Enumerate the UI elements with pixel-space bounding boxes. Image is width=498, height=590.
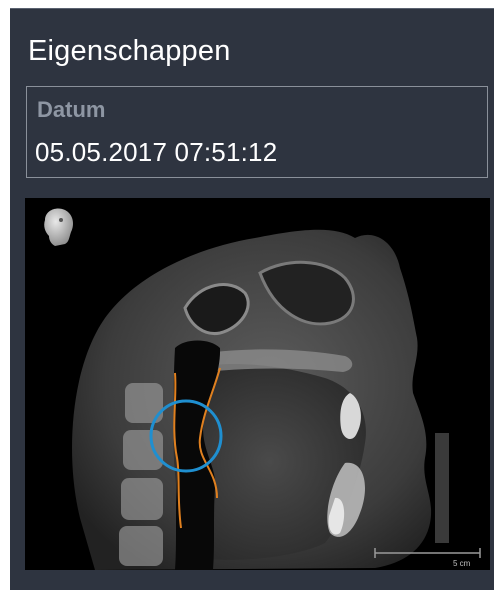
ct-slice-image[interactable]: 5 cm [25,198,490,570]
date-field-value: 05.05.2017 07:51:12 [35,137,278,167]
date-field-label: Datum [37,97,106,122]
ct-slice-viewer[interactable]: 5 cm [25,198,490,570]
scale-label: 5 cm [453,559,471,568]
panel-title: Eigenschappen [28,35,231,67]
date-field: Datum 05.05.2017 07:51:12 [26,86,488,178]
properties-panel: Eigenschappen Datum 05.05.2017 07:51:12 [10,8,494,590]
